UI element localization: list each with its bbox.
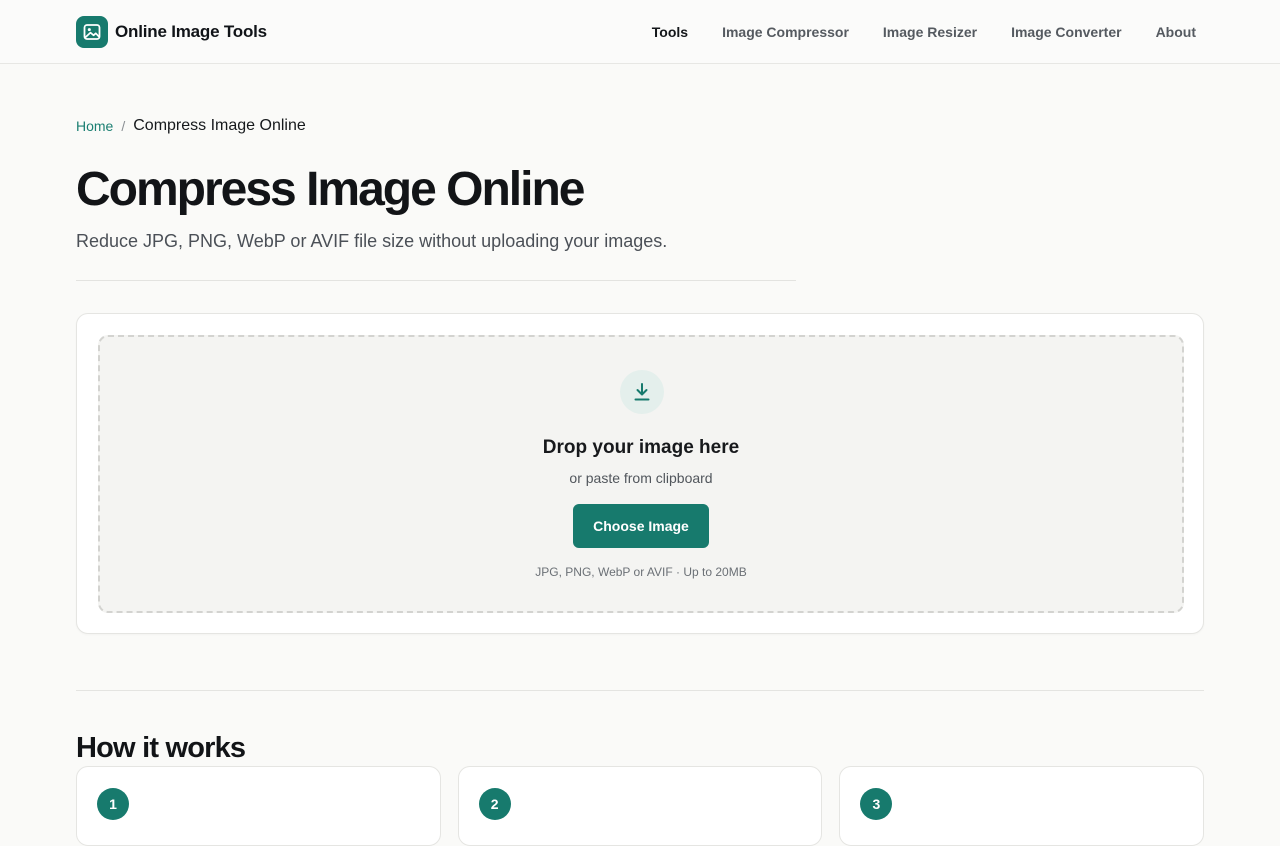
breadcrumb-separator: / — [121, 118, 126, 134]
nav-item-tools[interactable]: Tools — [644, 18, 696, 46]
nav-item-image-compressor[interactable]: Image Compressor — [714, 18, 857, 46]
how-it-works-steps: 1 2 3 — [76, 766, 1205, 846]
dropzone-title: Drop your image here — [542, 437, 740, 458]
dropzone-subtitle: or paste from clipboard — [569, 470, 713, 486]
title-divider — [76, 280, 796, 281]
upload-card: Drop your image here or paste from clipb… — [76, 313, 1204, 634]
nav-item-image-converter[interactable]: Image Converter — [1003, 18, 1129, 46]
main-nav: Tools Image Compressor Image Resizer Ima… — [644, 0, 1204, 64]
image-icon — [76, 16, 108, 48]
step-card: 1 — [76, 766, 441, 846]
step-card: 2 — [457, 766, 823, 846]
step-number-badge: 2 — [478, 788, 511, 820]
dropzone-format-hint: JPG, PNG, WebP or AVIF · Up to 20MB — [535, 565, 747, 579]
step-number-badge: 3 — [860, 788, 893, 820]
page-subtitle: Reduce JPG, PNG, WebP or AVIF file size … — [76, 231, 668, 251]
breadcrumb-home-link[interactable]: Home — [76, 118, 113, 134]
brand-logo-link[interactable]: Online Image Tools — [76, 16, 267, 48]
how-it-works-title: How it works — [76, 732, 246, 764]
step-card: 3 — [839, 766, 1205, 846]
choose-image-button[interactable]: Choose Image — [573, 504, 709, 548]
page-title: Compress Image Online — [76, 163, 585, 216]
section-divider — [76, 690, 1204, 691]
download-arrow-icon — [620, 370, 664, 414]
top-navigation-bar: Online Image Tools Tools Image Compresso… — [0, 0, 1280, 64]
step-number-badge: 1 — [97, 788, 129, 820]
nav-item-image-resizer[interactable]: Image Resizer — [875, 18, 985, 46]
breadcrumb-current: Compress Image Online — [133, 117, 306, 134]
brand-name: Online Image Tools — [115, 22, 267, 41]
nav-item-about[interactable]: About — [1148, 18, 1204, 46]
breadcrumb: Home / Compress Image Online — [76, 116, 306, 136]
image-dropzone[interactable]: Drop your image here or paste from clipb… — [98, 335, 1184, 613]
